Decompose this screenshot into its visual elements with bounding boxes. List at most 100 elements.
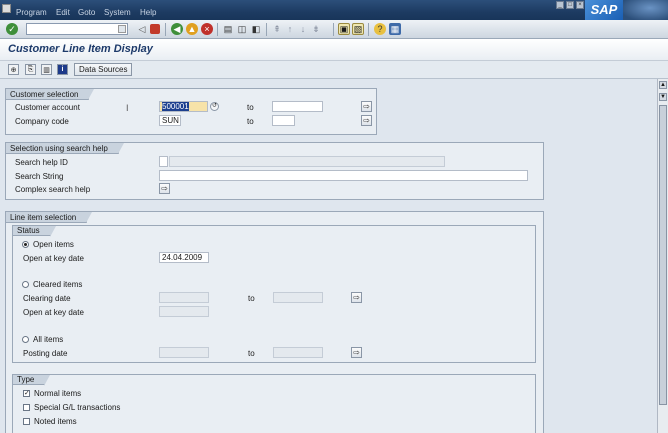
company-code-to-input[interactable] [272, 115, 295, 126]
application-toolbar: ⊕ ⎘ ▥ i Data Sources [0, 61, 668, 79]
open-at-key-date-label: Open at key date [23, 254, 84, 263]
multiple-selection-button[interactable]: ⇨ [361, 115, 372, 126]
scroll-up-icon[interactable]: ▲ [659, 81, 667, 89]
normal-items-label: Normal items [34, 389, 82, 398]
status-group: Status Open items Open at key date 24.04… [12, 225, 536, 363]
company-code-label: Company code [15, 117, 69, 126]
close-icon[interactable]: × [576, 1, 584, 9]
line-item-selection-title: Line item selection [6, 212, 93, 223]
status-title: Status [13, 226, 56, 237]
to-label: to [248, 349, 255, 358]
help-icon[interactable]: ? [374, 23, 386, 35]
search-string-input[interactable] [159, 170, 528, 181]
data-sources-button[interactable]: Data Sources [74, 63, 133, 76]
back-arrow-icon[interactable]: ◁ [136, 23, 148, 35]
next-page-icon[interactable]: ↓ [297, 23, 309, 35]
to-label: to [247, 103, 254, 112]
standard-toolbar: ✓ ◁ ◀ ▲ × ▤ ◫ ◧ ⇞ ↑ ↓ ⇟ ▣ ▧ ? ▦ [0, 20, 668, 39]
customer-account-from-input[interactable]: 500001 [159, 101, 208, 112]
toolbar-separator [368, 23, 369, 36]
selection-options-icon[interactable]: ▥ [41, 64, 52, 75]
command-history-icon[interactable] [118, 25, 126, 33]
toolbar-separator [217, 23, 218, 36]
menu-program[interactable]: Program [16, 8, 47, 17]
shortcut-icon[interactable]: ▧ [352, 23, 364, 35]
search-help-group: Selection using search help Search help … [5, 142, 544, 200]
new-session-icon[interactable]: ▣ [338, 23, 350, 35]
multiple-selection-button[interactable]: ⇨ [361, 101, 372, 112]
scrollbar-thumb[interactable] [659, 105, 667, 405]
value-help-icon[interactable]: ↺ [210, 102, 219, 111]
open-at-key-date-input[interactable]: 24.04.2009 [159, 252, 209, 263]
menu-goto[interactable]: Goto [78, 8, 95, 17]
posting-date-from-input[interactable] [159, 347, 209, 358]
cancel-icon[interactable]: × [201, 23, 213, 35]
search-string-label: Search String [15, 172, 64, 181]
search-help-id-input[interactable] [159, 156, 168, 167]
all-items-radio[interactable] [22, 336, 29, 343]
search-help-id-label: Search help ID [15, 158, 68, 167]
menu-bar: Program Edit Goto System Help _ □ × SAP [0, 0, 668, 20]
system-menu-icon[interactable] [2, 4, 11, 13]
toolbar-separator [333, 23, 334, 36]
cleared-open-at-key-date-input[interactable] [159, 306, 209, 317]
menu-edit[interactable]: Edit [56, 8, 70, 17]
text-cursor-icon: I [126, 103, 129, 113]
title-bar: Customer Line Item Display [0, 39, 668, 61]
type-group: Type ✓ Normal items Special G/L transact… [12, 374, 536, 433]
maximize-icon[interactable]: □ [566, 1, 574, 9]
noted-items-label: Noted items [34, 417, 77, 426]
multiple-selection-button[interactable]: ⇨ [351, 347, 362, 358]
open-items-label: Open items [33, 240, 74, 249]
layout-menu-icon[interactable]: ▦ [389, 23, 401, 35]
exit-icon[interactable]: ▲ [186, 23, 198, 35]
noted-items-checkbox[interactable] [23, 418, 30, 425]
last-page-icon[interactable]: ⇟ [310, 23, 322, 35]
page-title: Customer Line Item Display [8, 43, 153, 55]
clearing-date-label: Clearing date [23, 294, 71, 303]
customer-account-label: Customer account [15, 103, 80, 112]
vertical-scrollbar[interactable]: ▲ ▼ [657, 79, 668, 433]
cleared-items-radio[interactable] [22, 281, 29, 288]
company-code-from-input[interactable]: SUN [159, 115, 181, 126]
search-help-id-description [169, 156, 445, 167]
customer-selection-group: Customer selection Customer account I 50… [5, 88, 377, 135]
menu-system[interactable]: System [104, 8, 131, 17]
previous-page-icon[interactable]: ↑ [284, 23, 296, 35]
customer-selection-title: Customer selection [6, 89, 96, 100]
normal-items-checkbox[interactable]: ✓ [23, 390, 30, 397]
toolbar-separator [266, 23, 267, 36]
clearing-date-from-input[interactable] [159, 292, 209, 303]
scroll-down-icon[interactable]: ▼ [659, 93, 667, 101]
back-icon[interactable]: ◀ [171, 23, 183, 35]
customer-account-to-input[interactable] [272, 101, 323, 112]
first-page-icon[interactable]: ⇞ [271, 23, 283, 35]
to-label: to [247, 117, 254, 126]
complex-search-help-button[interactable]: ⇨ [159, 183, 170, 194]
complex-search-help-label: Complex search help [15, 185, 91, 194]
open-at-key-date-label-2: Open at key date [23, 308, 84, 317]
posting-date-label: Posting date [23, 349, 68, 358]
open-items-radio[interactable] [22, 241, 29, 248]
posting-date-to-input[interactable] [273, 347, 323, 358]
sap-swirl-decoration [623, 0, 668, 20]
toolbar-separator [165, 23, 166, 36]
print-icon[interactable]: ▤ [222, 23, 234, 35]
special-gl-label: Special G/L transactions [34, 403, 121, 412]
command-field[interactable] [26, 23, 128, 35]
save-icon[interactable] [150, 24, 160, 34]
menu-help[interactable]: Help [140, 8, 156, 17]
execute-icon[interactable]: ⊕ [8, 64, 19, 75]
multiple-selection-button[interactable]: ⇨ [351, 292, 362, 303]
get-variant-icon[interactable]: ⎘ [25, 64, 36, 75]
find-icon[interactable]: ◫ [236, 23, 248, 35]
info-icon[interactable]: i [57, 64, 68, 75]
to-label: to [248, 294, 255, 303]
enter-icon[interactable]: ✓ [6, 23, 18, 35]
sap-logo: SAP [585, 0, 623, 20]
line-item-selection-group: Line item selection Status Open items Op… [5, 211, 544, 433]
find-next-icon[interactable]: ◧ [250, 23, 262, 35]
clearing-date-to-input[interactable] [273, 292, 323, 303]
minimize-icon[interactable]: _ [556, 1, 564, 9]
special-gl-checkbox[interactable] [23, 404, 30, 411]
